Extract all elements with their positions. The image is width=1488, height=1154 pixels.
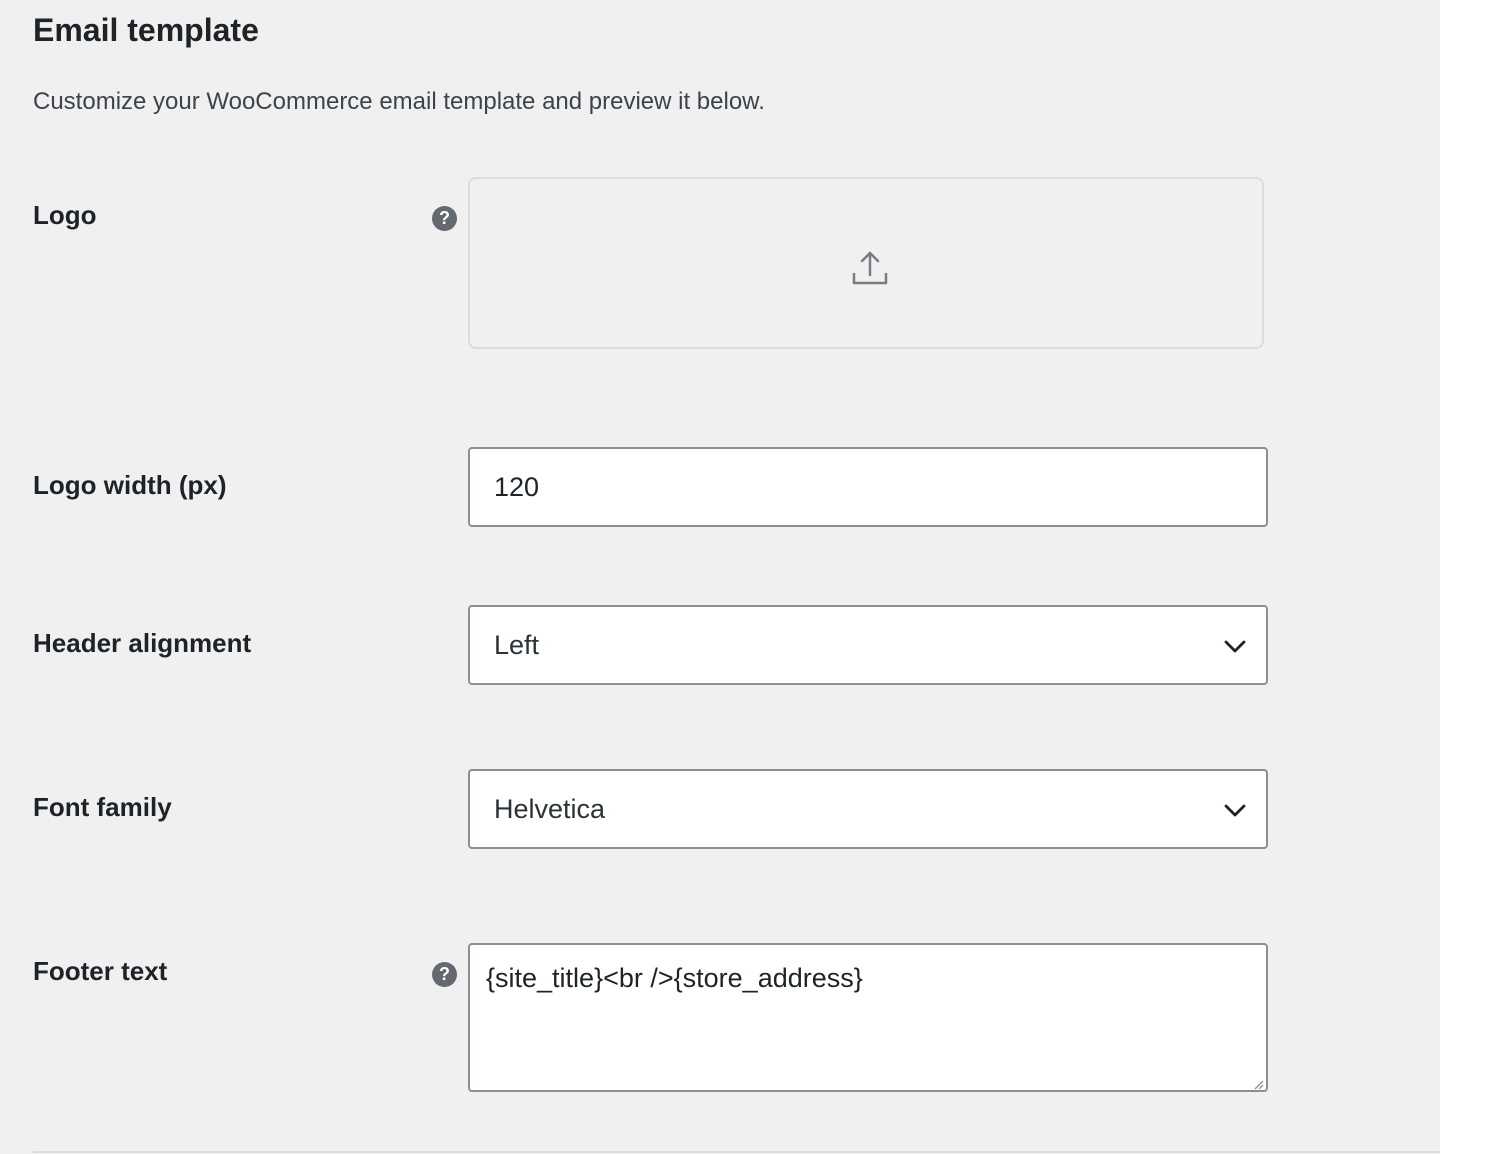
section-title: Email template	[33, 12, 259, 48]
logo-width-label: Logo width (px)	[33, 470, 227, 500]
chevron-down-icon	[1224, 804, 1246, 817]
font-family-label: Font family	[33, 792, 172, 822]
settings-panel: Email template Customize your WooCommerc…	[0, 0, 1440, 1154]
section-description: Customize your WooCommerce email templat…	[33, 88, 765, 115]
font-family-selected: Helvetica	[494, 794, 606, 824]
header-alignment-label: Header alignment	[33, 628, 252, 658]
header-alignment-selected: Left	[494, 630, 540, 660]
footer-text-textarea[interactable]: {site_title}<br />{store_address}	[468, 943, 1268, 1092]
logo-help-icon[interactable]: ?	[432, 206, 457, 231]
logo-width-input[interactable]	[468, 447, 1268, 527]
upload-icon	[852, 251, 888, 285]
section-divider	[33, 1151, 1440, 1153]
footer-text-help-icon[interactable]: ?	[432, 962, 457, 987]
logo-upload-dropzone[interactable]	[468, 177, 1264, 349]
resize-handle-icon[interactable]	[1252, 1078, 1264, 1090]
chevron-down-icon	[1224, 640, 1246, 653]
footer-text-label: Footer text	[33, 956, 168, 986]
logo-label: Logo	[33, 200, 97, 230]
header-alignment-select[interactable]: Left	[468, 605, 1268, 685]
font-family-select[interactable]: Helvetica	[468, 769, 1268, 849]
